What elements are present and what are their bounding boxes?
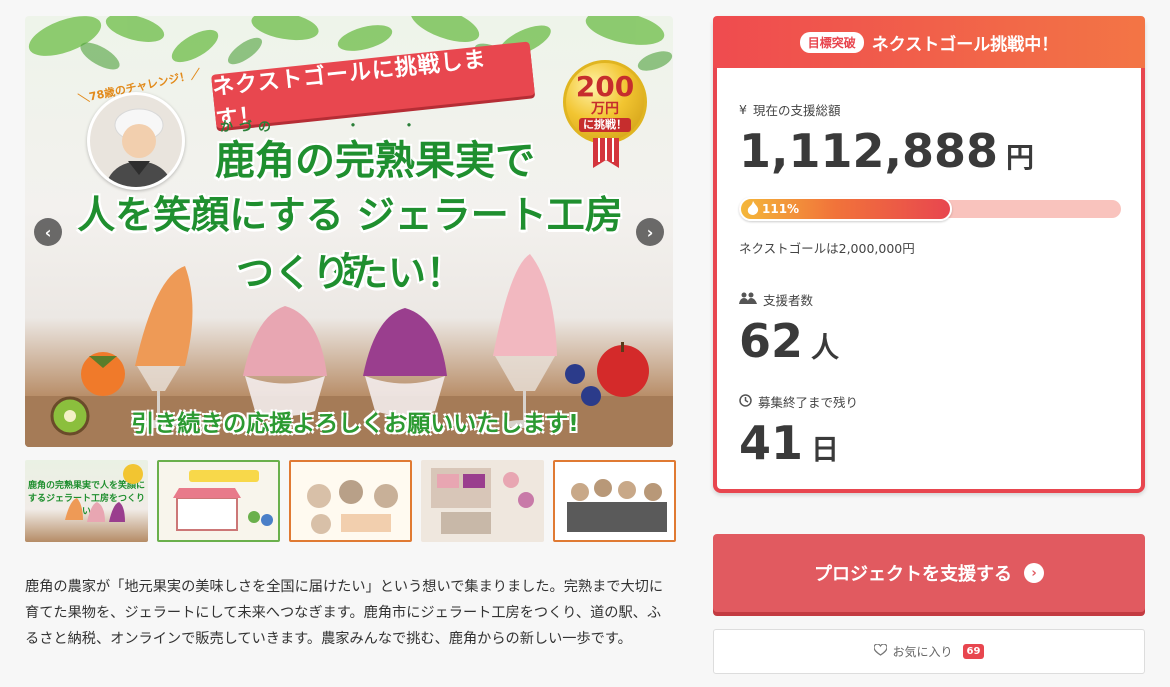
amount-value: 1,112,888 円 xyxy=(739,124,1035,178)
favorite-count-badge: 69 xyxy=(962,644,985,659)
progress-percent: 111% xyxy=(762,202,800,216)
thumbnail-3[interactable] xyxy=(289,460,412,542)
stats-header: 目標突破 ネクストゴール挑戦中！ xyxy=(713,16,1145,68)
carousel-prev-button[interactable]: ‹ xyxy=(34,218,62,246)
backers-value: 62 人 xyxy=(739,314,840,368)
hero-image: ＼78歳のチャレンジ！／ ネクストゴールに挑戦します！ 200 万円 に挑戦！ … xyxy=(25,16,673,447)
backers-label: 支援者数 xyxy=(739,290,813,309)
thumbnail-2[interactable] xyxy=(157,460,280,542)
funding-stats-card: 目標突破 ネクストゴール挑戦中！ ¥ 現在の支援総額 1,112,888 円 11… xyxy=(713,16,1145,493)
goal-achieved-badge: 目標突破 xyxy=(799,31,864,53)
project-description: 鹿角の農家が「地元果実の美味しさを全国に届けたい」という想いで集まりました。完熟… xyxy=(25,579,664,647)
next-goal-text: ネクストゴールは2,000,000円 xyxy=(739,241,915,256)
amount-label: ¥ 現在の支援総額 xyxy=(739,102,841,118)
medal-ribbon-tail xyxy=(593,138,619,168)
gelato-purple xyxy=(363,308,447,416)
heart-icon xyxy=(872,643,888,659)
carousel-next-button[interactable]: › xyxy=(636,218,664,246)
thumbnail-strip: 鹿角の完熟果実で人を笑顔にするジェラート工房をつくりたい！ xyxy=(25,460,676,542)
progress-bar: 111% xyxy=(739,197,1121,221)
support-project-button[interactable]: プロジェクトを支援する › xyxy=(713,534,1145,612)
people-icon xyxy=(739,292,757,307)
bottom-banner: 引き続きの応援よろしくお願いいたします! xyxy=(131,411,579,437)
thumbnail-4[interactable] xyxy=(421,460,544,542)
headline-line-1: 鹿角の完熟果実で xyxy=(215,138,535,184)
thumbnail-5[interactable] xyxy=(553,460,676,542)
yen-icon: ¥ xyxy=(739,102,747,117)
arrow-right-icon: › xyxy=(1024,563,1044,583)
thumbnail-1[interactable]: 鹿角の完熟果実で人を笑顔にするジェラート工房をつくりたい！ xyxy=(25,460,148,542)
progress-fill: 111% xyxy=(739,197,952,221)
favorite-label: お気に入り xyxy=(892,645,953,659)
gelato-pink xyxy=(243,306,327,416)
clock-icon xyxy=(739,393,752,410)
favorite-button[interactable]: お気に入り 69 xyxy=(713,629,1145,674)
flame-icon xyxy=(747,200,759,218)
stats-header-title: ネクストゴール挑戦中！ xyxy=(871,34,1059,55)
remaining-value: 41 日 xyxy=(739,416,840,470)
remaining-label: 募集終了まで残り xyxy=(739,392,858,411)
